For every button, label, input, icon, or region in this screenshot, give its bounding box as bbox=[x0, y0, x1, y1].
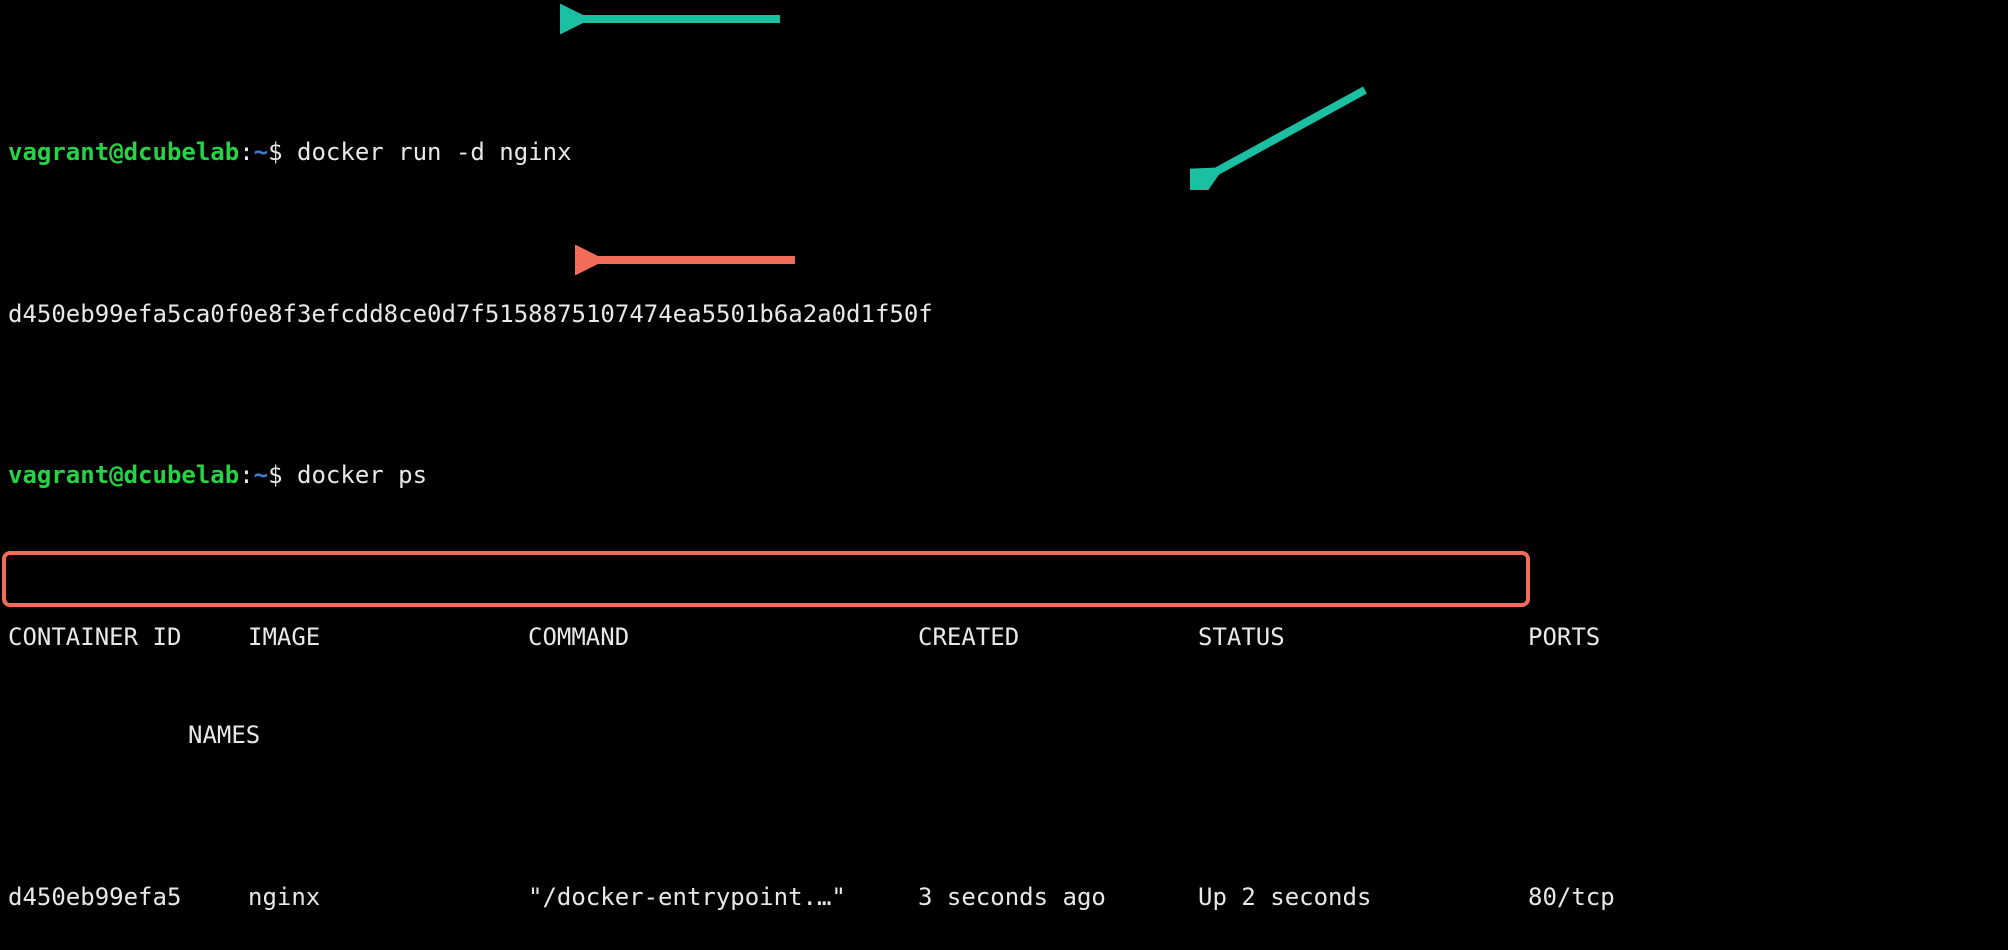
container-hash-nginx: d450eb99efa5ca0f0e8f3efcdd8ce0d7f5158875… bbox=[8, 298, 2000, 330]
col-created: CREATED bbox=[918, 621, 1198, 653]
cell-ports: 80/tcp bbox=[1528, 881, 1615, 913]
cell-created: 3 seconds ago bbox=[918, 881, 1198, 913]
col-ports: PORTS bbox=[1528, 621, 1600, 653]
prompt-path: ~ bbox=[254, 138, 268, 166]
prompt-line: vagrant@dcubelab:~$ docker run -d nginx bbox=[8, 136, 2000, 168]
col-names: NAMES bbox=[188, 719, 260, 751]
col-image: IMAGE bbox=[248, 621, 528, 653]
command-run-nginx: docker run -d nginx bbox=[297, 138, 572, 166]
terminal[interactable]: vagrant@dcubelab:~$ docker run -d nginx … bbox=[0, 0, 2008, 950]
cell-container-id: d450eb99efa5 bbox=[8, 881, 248, 913]
cell-image: nginx bbox=[248, 881, 528, 913]
col-command: COMMAND bbox=[528, 621, 918, 653]
col-container-id: CONTAINER ID bbox=[8, 621, 248, 653]
cell-status: Up 2 seconds bbox=[1198, 881, 1528, 913]
col-status: STATUS bbox=[1198, 621, 1528, 653]
cell-command: "/docker-entrypoint.…" bbox=[528, 881, 918, 913]
prompt-line: vagrant@dcubelab:~$ docker ps bbox=[8, 459, 2000, 491]
ps-row: d450eb99efa5nginx"/docker-entrypoint.…"3… bbox=[8, 881, 2000, 913]
ps-header: CONTAINER IDIMAGECOMMANDCREATEDSTATUSPOR… bbox=[8, 621, 2000, 653]
prompt-host: dcubelab bbox=[124, 138, 240, 166]
arrow-ubuntu-icon bbox=[575, 245, 805, 275]
highlight-exited-row bbox=[2, 551, 1530, 607]
ps-header-wrap: NAMES bbox=[8, 719, 2000, 751]
prompt-user: vagrant bbox=[8, 138, 109, 166]
arrow-nginx-icon bbox=[560, 4, 790, 34]
command-docker-ps: docker ps bbox=[297, 461, 427, 489]
